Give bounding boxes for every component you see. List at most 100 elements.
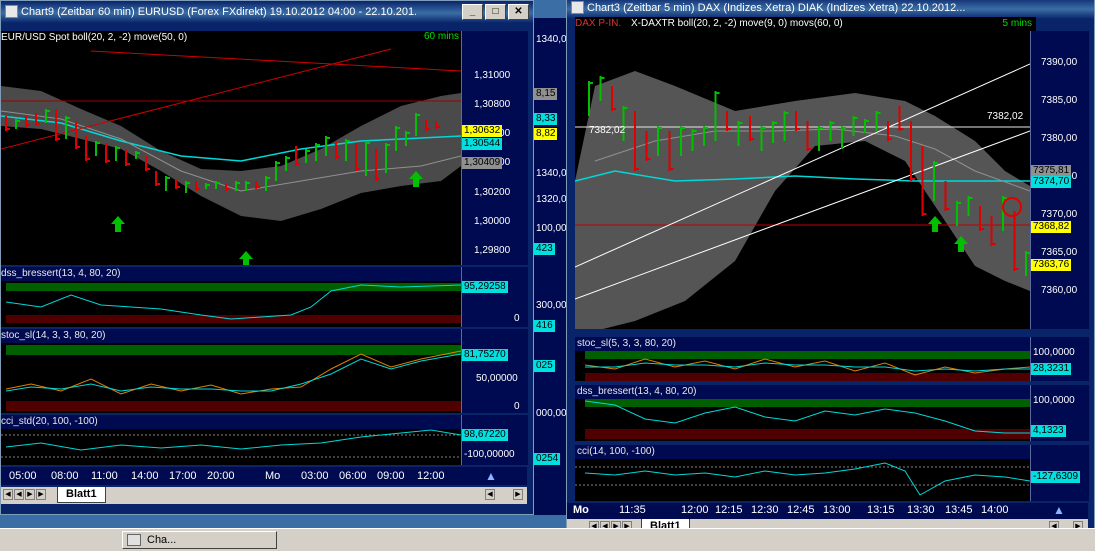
chart9-time-axis: 05:00 08:00 11:00 14:00 17:00 20:00 Mo 0… (1, 467, 527, 485)
scale-toggle-icon[interactable]: ▲ (485, 469, 497, 483)
prev-sheet-button[interactable]: ◀ (14, 489, 24, 500)
time-tick: 03:00 (301, 470, 329, 482)
taskbar-item-chart[interactable]: Cha... (122, 531, 277, 549)
chart9-cci-scale: 98,67220 -100,00000 (461, 415, 528, 465)
chart3-time-axis: Mo 11:35 12:00 12:15 12:30 12:45 13:00 1… (567, 503, 1088, 519)
maximize-button[interactable]: □ (485, 4, 506, 20)
chart9-cci-panel[interactable]: cci_std(20, 100, -100) (1, 415, 461, 465)
stoc-chart (584, 351, 1030, 381)
chart9-price-scale: 60 mins 1,31000 1,30800 1,30600 1,30400 … (424, 31, 528, 265)
stoc-chart (5, 345, 461, 411)
chart3-window[interactable]: Chart3 (Zeitbar 5 min) DAX (Indizes Xetr… (566, 0, 1095, 541)
price-tag: 416 (534, 320, 555, 332)
chart3-interval: 5 mins (1002, 18, 1032, 29)
price-tag: 8,15 (534, 88, 558, 100)
price-tag-yellow: 1,30632 (462, 125, 503, 137)
buy-arrow-icon (111, 216, 125, 232)
chart3-price-chart: 7382,02 7382,02 (575, 63, 1030, 329)
chart9-dss-scale: 95,29258 0 (461, 267, 528, 327)
minimize-button[interactable]: _ (462, 4, 483, 20)
price-tag: 8,82 (534, 128, 558, 140)
chart3-cci-scale: -127,6309 (1030, 445, 1089, 501)
scroll-left-button[interactable]: ◀ (485, 489, 495, 500)
time-tick: 06:00 (339, 470, 367, 482)
time-tick: 12:30 (751, 504, 779, 516)
chart9-price-panel[interactable]: EUR/USD Spot boll(20, 2, -2) move(50, 0) (1, 31, 461, 265)
cci-chart (1, 429, 461, 458)
bollinger-band (575, 71, 1030, 329)
dss-value: 95,29258 (462, 281, 508, 293)
cci-low-tick: -100,00000 (464, 449, 515, 460)
price-tag-cyan: 1,30544 (462, 138, 503, 150)
price-tick: 7360,00 (1041, 285, 1078, 296)
buy-arrow-icon (239, 251, 253, 265)
chart3-symbol-label: DAX P-IN. (575, 18, 622, 29)
dss-value: 4,1323 (1031, 425, 1066, 437)
time-tick: 09:00 (377, 470, 405, 482)
next-sheet-button[interactable]: ▶ (25, 489, 35, 500)
price-tick: 100,00 (536, 223, 566, 234)
background-chart-window[interactable]: 1340,00 8,15 8,33 8,82 1340,00 1320,00 1… (534, 18, 566, 515)
price-tick: 7370,00 (1041, 209, 1078, 220)
chart3-stoc-panel[interactable]: stoc_sl(5, 3, 3, 80, 20) (575, 337, 1030, 381)
cci-value: 98,67220 (462, 429, 508, 441)
chart3-dss-panel[interactable]: dss_bressert(13, 4, 80, 20) (575, 385, 1030, 441)
chart9-window[interactable]: Chart9 (Zeitbar 60 min) EURUSD (Forex FX… (0, 0, 534, 515)
price-tick: 1,30800 (474, 99, 511, 110)
price-tick: 1340,00 (536, 34, 566, 45)
chart9-stoc-panel[interactable]: stoc_sl(14, 3, 3, 80, 20) (1, 329, 461, 413)
price-tick: 7385,00 (1041, 95, 1078, 106)
chart9-price-chart (1, 48, 461, 265)
chart-app-icon (571, 1, 584, 14)
price-tick: 7380,00 (1041, 133, 1078, 144)
time-tick: 13:45 (945, 504, 973, 516)
price-tag-yellow: 7363,76 (1031, 259, 1072, 271)
bollinger-band (1, 86, 461, 221)
stoc-value: 81,75270 (462, 349, 508, 361)
time-tick: 05:00 (9, 470, 37, 482)
stoc-top-tick: 100,0000 (1033, 347, 1075, 358)
sheet-tab-blatt1[interactable]: Blatt1 (57, 487, 106, 503)
chart9-interval: 60 mins (424, 31, 460, 42)
time-tick: 14:00 (981, 504, 1009, 516)
dss-chart (584, 399, 1030, 439)
chart9-sheet-bar: ◀ ◀ ▶ ▶ Blatt1 ◀ ▶ (1, 487, 527, 504)
dss-top-tick: 100,0000 (1033, 395, 1075, 406)
chart3-dss-scale: 100,0000 4,1323 (1030, 385, 1089, 441)
time-tick: 14:00 (131, 470, 159, 482)
chart-app-icon (127, 534, 141, 546)
time-tick: 13:15 (867, 504, 895, 516)
scale-toggle-icon[interactable]: ▲ (1053, 503, 1065, 517)
time-tick: 11:35 (619, 504, 646, 516)
price-tick: 1340,00 (536, 168, 566, 179)
price-tag: 025 (534, 360, 555, 372)
dss-chart (5, 283, 461, 323)
time-tick: 12:15 (715, 504, 743, 516)
price-tag: 423 (534, 243, 555, 255)
price-tick: 1,31000 (474, 70, 511, 81)
last-sheet-button[interactable]: ▶ (36, 489, 46, 500)
chart9-titlebar[interactable]: Chart9 (Zeitbar 60 min) EURUSD (Forex FX… (1, 1, 533, 23)
price-tick: 7365,00 (1041, 247, 1078, 258)
chart9-stoc-scale: 81,75270 50,00000 0 (461, 329, 528, 413)
time-tick: 08:00 (51, 470, 79, 482)
price-tick: 7390,00 (1041, 57, 1078, 68)
price-tick: 300,00 (536, 300, 566, 311)
price-tag: 0254 (534, 453, 561, 465)
chart3-stoc-scale: 100,0000 28,3231 (1030, 337, 1089, 381)
chart3-price-panel[interactable]: 7382,02 7382,02 (575, 31, 1030, 329)
time-tick: 12:00 (681, 504, 709, 516)
chart3-price-scale: 7390,00 7385,00 7380,00 7375,00 7370,00 … (1030, 31, 1089, 329)
price-tick: 1,30000 (474, 216, 511, 227)
cci-chart (575, 462, 1030, 496)
price-tag-yellow: 7368,82 (1031, 221, 1072, 233)
dss-zero-tick: 0 (514, 313, 520, 324)
chart3-cci-panel[interactable]: cci(14, 100, -100) (575, 445, 1030, 501)
trend-line (90, 50, 461, 72)
time-tick: Mo (265, 470, 281, 482)
scroll-right-button[interactable]: ▶ (513, 489, 523, 500)
close-button[interactable]: ✕ (508, 4, 529, 20)
first-sheet-button[interactable]: ◀ (3, 489, 13, 500)
buy-arrow-icon (928, 216, 942, 232)
chart9-dss-panel[interactable]: dss_bressert(13, 4, 80, 20) (1, 267, 461, 327)
